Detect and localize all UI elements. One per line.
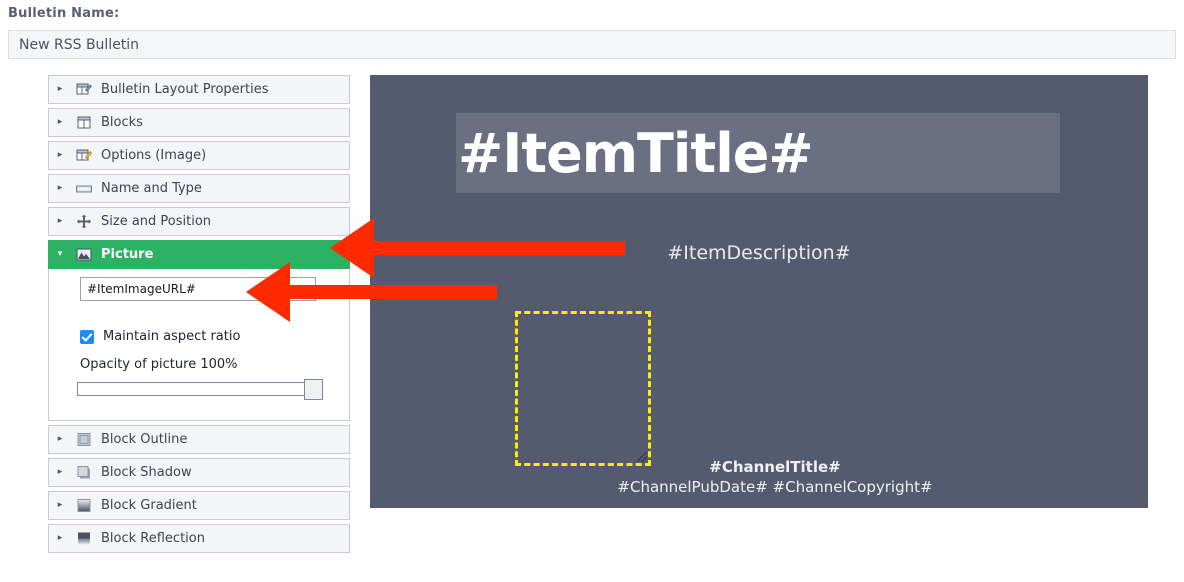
name-and-type-icon — [71, 181, 97, 196]
chevron-right-icon: ▸ — [57, 216, 63, 226]
app-root: Bulletin Name: New RSS Bulletin ▸ Bullet… — [0, 0, 1184, 582]
accordion-item-label: Bulletin Layout Properties — [101, 82, 269, 97]
block-gradient-icon — [71, 498, 97, 513]
accordion-item-block-gradient[interactable]: ▸ Block Gradient — [48, 491, 350, 520]
maintain-aspect-ratio-label: Maintain aspect ratio — [103, 329, 241, 344]
picture-block-selection[interactable] — [515, 311, 651, 466]
blocks-icon — [71, 115, 97, 130]
arrow-shaft — [290, 285, 497, 299]
accordion-item-block-outline[interactable]: ▸ Block Outline — [48, 425, 350, 454]
accordion-item-block-reflection[interactable]: ▸ Block Reflection — [48, 524, 350, 553]
chevron-right-icon: ▸ — [57, 183, 63, 193]
accordion-item-label: Options (Image) — [101, 148, 207, 163]
block-shadow-icon — [71, 465, 97, 480]
opacity-slider-thumb[interactable] — [304, 379, 323, 400]
channel-title-text: #ChannelTitle# — [709, 458, 841, 476]
accordion-item-size-and-position[interactable]: ▸ Size and Position — [48, 207, 350, 236]
arrow-head-icon — [330, 218, 374, 278]
accordion-item-label: Block Reflection — [101, 531, 205, 546]
layout-properties-icon — [71, 82, 97, 97]
bulletin-name-input[interactable]: New RSS Bulletin — [8, 30, 1176, 59]
chevron-down-icon: ▾ — [57, 249, 63, 259]
item-title-block[interactable]: #ItemTitle# — [456, 113, 1060, 193]
block-outline-icon — [71, 432, 97, 447]
chevron-right-icon: ▸ — [57, 533, 63, 543]
channel-meta-text: #ChannelPubDate# #ChannelCopyright# — [617, 478, 933, 496]
opacity-label: Opacity of picture 100% — [80, 357, 238, 372]
properties-accordion: ▸ Bulletin Layout Properties ▸ Blocks ▸ … — [48, 75, 350, 557]
options-image-icon — [71, 148, 97, 163]
chevron-right-icon: ▸ — [57, 434, 63, 444]
item-title-text: #ItemTitle# — [458, 121, 814, 185]
opacity-slider[interactable] — [77, 379, 323, 400]
bulletin-name-label: Bulletin Name: — [8, 6, 120, 21]
size-and-position-icon — [71, 214, 97, 229]
block-reflection-icon — [71, 531, 97, 546]
chevron-right-icon: ▸ — [57, 467, 63, 477]
chevron-right-icon: ▸ — [57, 150, 63, 160]
channel-info-block: #ChannelTitle# #ChannelPubDate# #Channel… — [565, 457, 985, 497]
accordion-item-name-and-type[interactable]: ▸ Name and Type — [48, 174, 350, 203]
accordion-item-blocks[interactable]: ▸ Blocks — [48, 108, 350, 137]
accordion-item-picture[interactable]: ▾ Picture — [48, 240, 350, 269]
arrow-head-icon — [246, 262, 290, 322]
maintain-aspect-ratio-row[interactable]: Maintain aspect ratio — [80, 329, 240, 344]
accordion-item-label: Block Shadow — [101, 465, 192, 480]
accordion-item-label: Blocks — [101, 115, 143, 130]
accordion-item-options-image[interactable]: ▸ Options (Image) — [48, 141, 350, 170]
chevron-right-icon: ▸ — [57, 84, 63, 94]
arrow-shaft — [374, 241, 625, 255]
accordion-item-label: Block Gradient — [101, 498, 197, 513]
accordion-item-label: Block Outline — [101, 432, 188, 447]
accordion-item-block-shadow[interactable]: ▸ Block Shadow — [48, 458, 350, 487]
accordion-item-label: Name and Type — [101, 181, 202, 196]
chevron-right-icon: ▸ — [57, 500, 63, 510]
accordion-item-bulletin-layout-properties[interactable]: ▸ Bulletin Layout Properties — [48, 75, 350, 104]
accordion-item-label: Size and Position — [101, 214, 212, 229]
chevron-right-icon: ▸ — [57, 117, 63, 127]
maintain-aspect-ratio-checkbox[interactable] — [80, 329, 94, 344]
accordion-item-label: Picture — [101, 247, 154, 262]
picture-icon — [71, 247, 97, 262]
